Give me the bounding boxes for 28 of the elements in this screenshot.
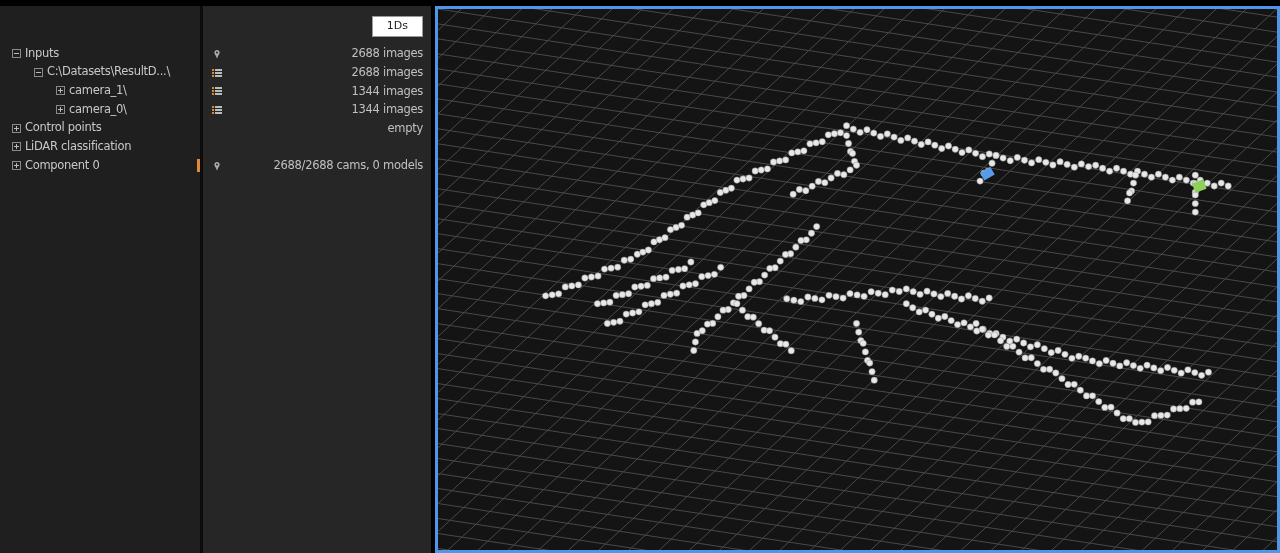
camera-icon <box>979 166 995 181</box>
item-info: 1344 images <box>351 101 423 119</box>
collapse-icon[interactable] <box>34 67 43 77</box>
tree-item[interactable]: Component 0 <box>25 156 100 175</box>
mode-label[interactable]: 1Ds <box>371 16 423 37</box>
list-icon <box>211 86 223 97</box>
tree-item[interactable]: Inputs <box>25 44 59 62</box>
expand-icon[interactable] <box>12 123 21 133</box>
item-info: 2688 images <box>351 63 423 81</box>
expand-icon[interactable] <box>12 160 21 170</box>
item-info: empty <box>387 119 423 137</box>
tree-item[interactable]: camera_0\ <box>69 100 127 119</box>
list-icon <box>211 67 223 78</box>
item-info: 2688 images <box>351 45 423 63</box>
expand-icon[interactable] <box>56 86 65 96</box>
camera-icon <box>1191 179 1207 193</box>
pin-icon <box>211 48 223 59</box>
tree-item[interactable]: camera_1\ <box>69 82 127 100</box>
collapse-icon[interactable] <box>12 48 21 58</box>
list-icon <box>211 104 223 115</box>
tree-item[interactable]: C:\Datasets\ResultD...\ <box>47 63 170 81</box>
item-info: 1344 images <box>351 82 423 100</box>
tree-item[interactable]: Control points <box>25 119 102 137</box>
tree-item[interactable]: LiDAR classification <box>25 138 132 156</box>
pin-icon <box>211 160 223 171</box>
expand-icon[interactable] <box>12 142 21 152</box>
expand-icon[interactable] <box>56 104 65 114</box>
item-info: 2688/2688 cams, 0 models <box>273 157 423 175</box>
